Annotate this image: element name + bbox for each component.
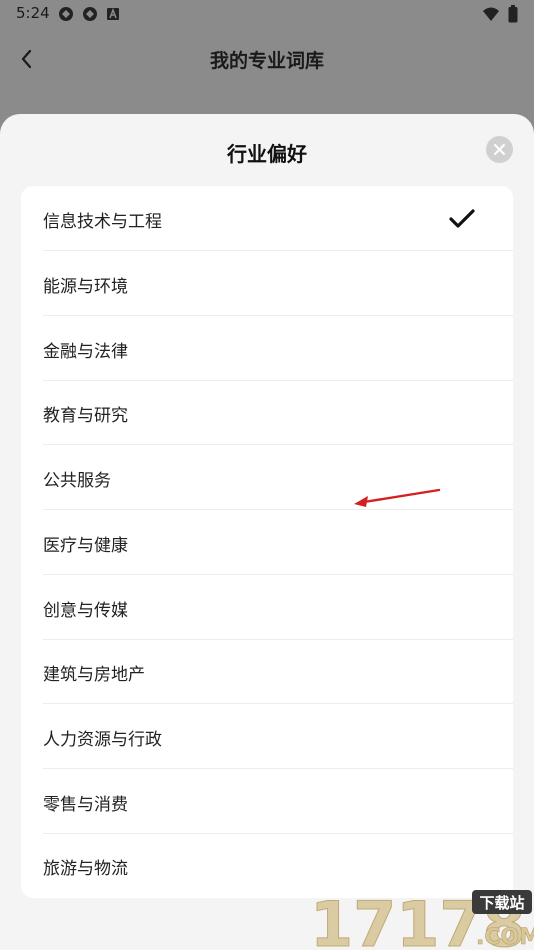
a-icon — [106, 6, 122, 22]
sync-icon — [82, 6, 98, 22]
industry-preference-sheet: 行业偏好 信息技术与工程 能源与环境 金融与法律 教育与研究 公共服务 医疗与健… — [0, 114, 534, 950]
list-item-label: 零售与消费 — [43, 795, 128, 815]
page-title: 我的专业词库 — [209, 50, 324, 72]
status-bar: 5:24 — [0, 0, 534, 28]
sheet-title: 行业偏好 — [227, 142, 307, 166]
list-item-industry[interactable]: 信息技术与工程 — [21, 186, 513, 251]
status-time: 5:24 — [16, 4, 50, 22]
status-notification-icons — [58, 6, 122, 22]
list-item-industry[interactable]: 创意与传媒 — [21, 575, 513, 640]
list-item-label: 建筑与房地产 — [43, 665, 145, 685]
list-item-label: 旅游与物流 — [43, 859, 128, 879]
list-item-industry[interactable]: 公共服务 — [21, 445, 513, 510]
list-item-industry[interactable]: 医疗与健康 — [21, 510, 513, 575]
check-icon — [449, 209, 475, 228]
wifi-icon — [482, 6, 500, 26]
list-item-label: 信息技术与工程 — [43, 212, 162, 232]
battery-icon — [508, 5, 518, 27]
list-item-label: 公共服务 — [43, 471, 111, 491]
list-item-industry[interactable]: 旅游与物流 — [21, 833, 513, 898]
list-item-label: 人力资源与行政 — [43, 730, 162, 750]
list-item-label: 创意与传媒 — [43, 601, 128, 621]
list-item-industry[interactable]: 人力资源与行政 — [21, 704, 513, 769]
sync-icon — [58, 6, 74, 22]
industry-list: 信息技术与工程 能源与环境 金融与法律 教育与研究 公共服务 医疗与健康 创意与… — [21, 186, 513, 898]
list-item-label: 金融与法律 — [43, 342, 128, 362]
list-item-industry[interactable]: 零售与消费 — [21, 769, 513, 834]
list-item-industry[interactable]: 教育与研究 — [21, 380, 513, 445]
close-button[interactable] — [486, 136, 513, 163]
list-item-industry[interactable]: 建筑与房地产 — [21, 639, 513, 704]
app-header: 我的专业词库 — [0, 28, 534, 90]
list-item-label: 教育与研究 — [43, 406, 128, 426]
close-icon — [494, 144, 505, 155]
list-item-industry[interactable]: 金融与法律 — [21, 316, 513, 381]
list-item-industry[interactable]: 能源与环境 — [21, 251, 513, 316]
list-item-label: 医疗与健康 — [43, 536, 128, 556]
status-system-icons — [482, 5, 518, 27]
list-item-label: 能源与环境 — [43, 277, 128, 297]
